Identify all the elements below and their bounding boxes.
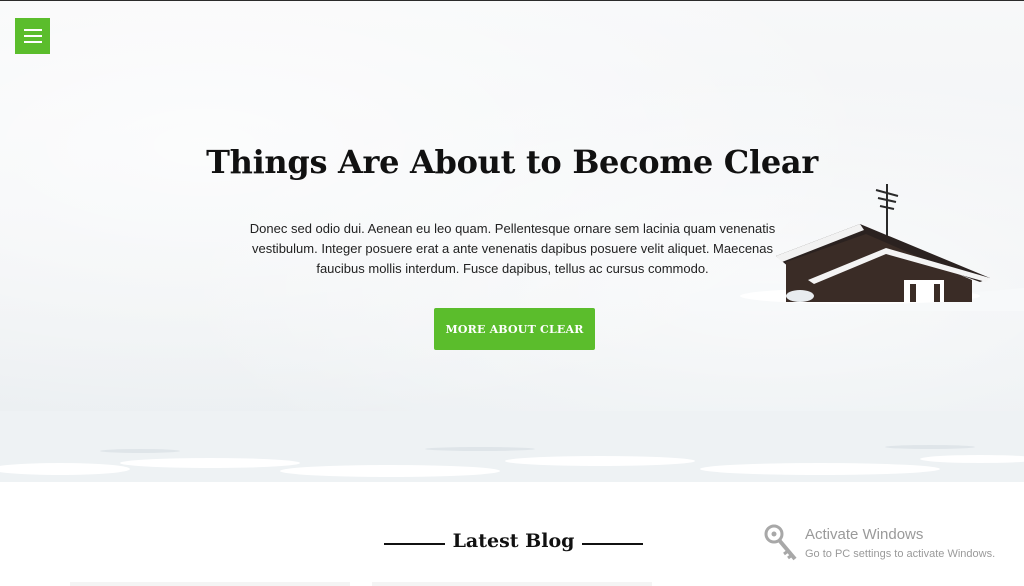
activate-windows-watermark: Activate Windows Go to PC settings to ac… (763, 521, 1018, 565)
hamburger-menu-icon (24, 41, 42, 43)
hero-description: Donec sed odio dui. Aenean eu leo quam. … (249, 221, 776, 276)
watermark-title: Activate Windows (805, 526, 924, 543)
hamburger-menu-icon (24, 35, 42, 37)
more-about-clear-button[interactable]: MORE ABOUT CLEAR (434, 308, 595, 350)
key-icon (764, 524, 797, 561)
hero-title: Things Are About to Become Clear (206, 143, 818, 181)
watermark-subtitle: Go to PC settings to activate Windows. (805, 548, 996, 560)
latest-blog-heading: Latest Blog (384, 528, 644, 560)
heading-divider-left (384, 543, 445, 545)
snow-ground (0, 411, 1024, 482)
section-title: Latest Blog (452, 530, 575, 552)
heading-divider-right (582, 543, 643, 545)
blog-card-preview (372, 582, 652, 586)
blog-card-preview (70, 582, 350, 586)
hero-section: Things Are About to Become Clear Donec s… (0, 1, 1024, 482)
menu-button[interactable] (15, 18, 50, 54)
hamburger-menu-icon (24, 29, 42, 31)
